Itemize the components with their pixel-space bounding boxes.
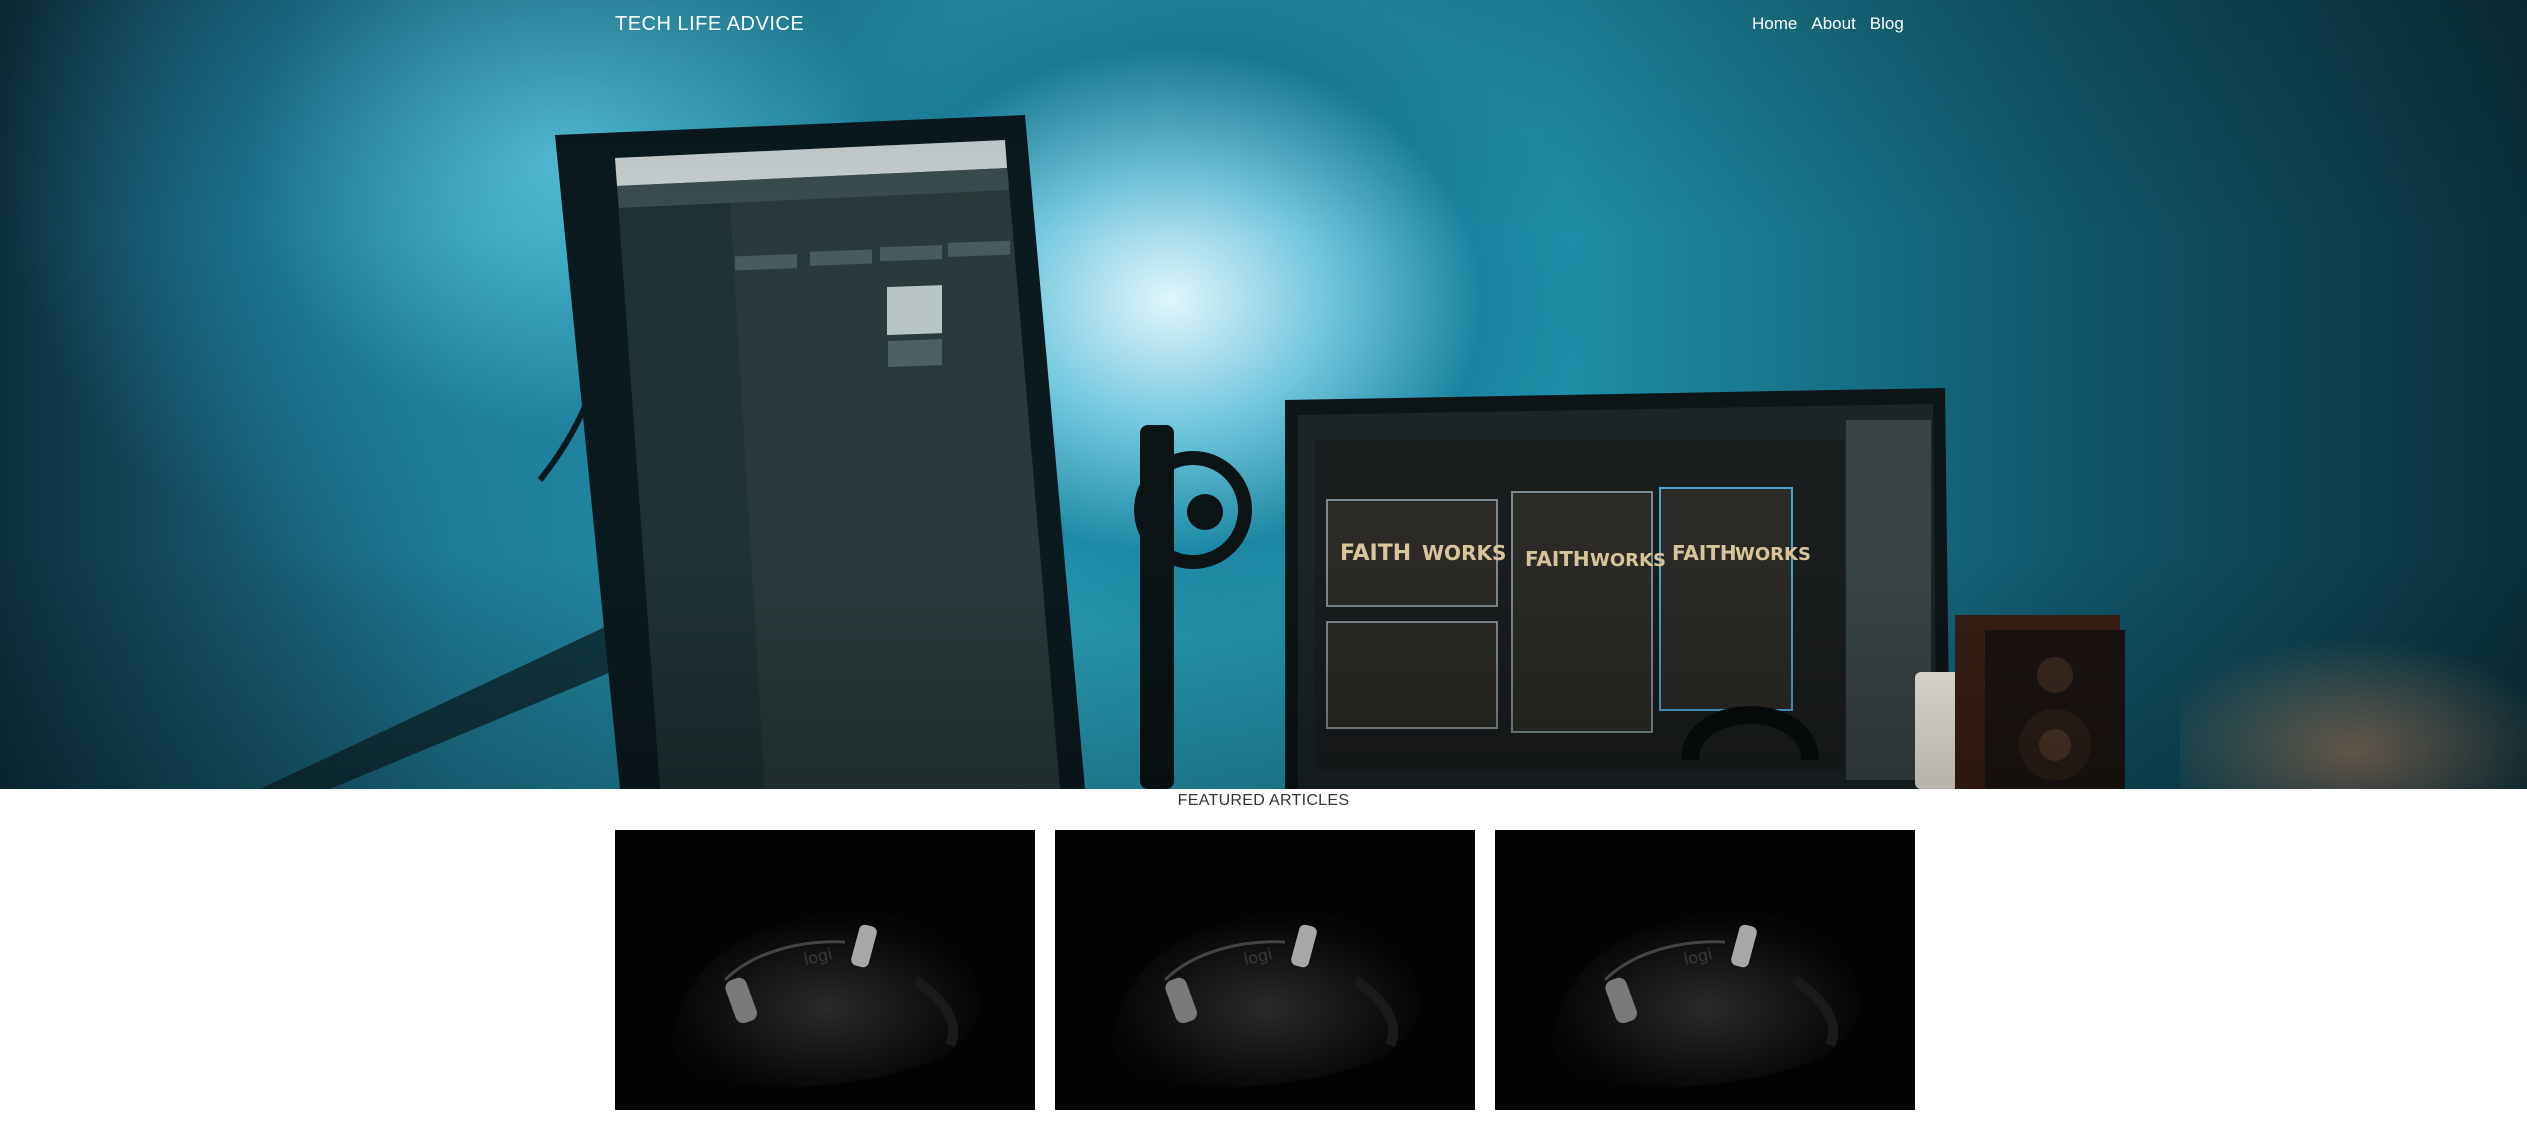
computer-mouse-image: logi: [1055, 830, 1475, 1110]
article-card-3[interactable]: logi: [1495, 830, 1915, 1110]
article-card-2[interactable]: logi: [1055, 830, 1475, 1110]
site-title[interactable]: TECH LIFE ADVICE: [615, 13, 804, 36]
computer-mouse-image: logi: [1495, 830, 1915, 1110]
computer-mouse-image: logi: [615, 830, 1035, 1110]
nav-about-link[interactable]: About: [1811, 14, 1855, 34]
nav-home-link[interactable]: Home: [1752, 14, 1797, 34]
article-card-1[interactable]: logi: [615, 830, 1035, 1110]
featured-articles-grid: logi logi logi: [615, 830, 1915, 1110]
hero-banner: FAITH WORKS FAITH WORKS FAITH WORKS TECH…: [0, 0, 2527, 789]
featured-articles-heading: FEATURED ARTICLES: [1177, 792, 1350, 809]
main-nav: Home About Blog: [1752, 14, 1904, 34]
nav-blog-link[interactable]: Blog: [1870, 14, 1904, 34]
